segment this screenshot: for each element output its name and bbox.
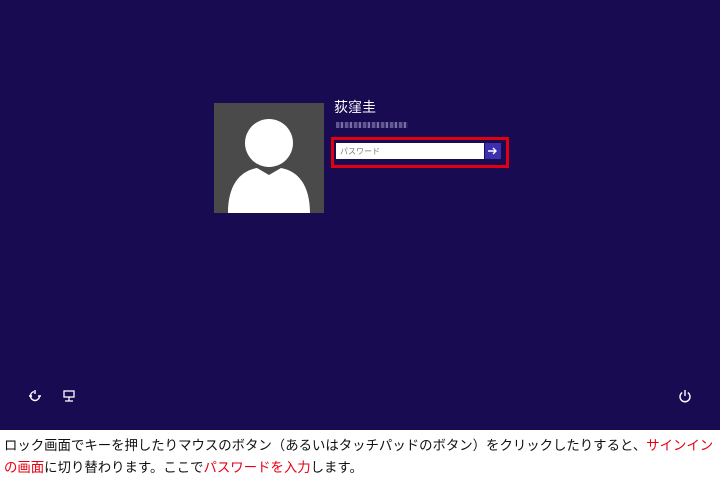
user-avatar [214,103,324,213]
caption-text: ロック画面でキーを押したりマウスのボタン（あるいはタッチパッドのボタン）をクリッ… [4,436,716,480]
user-name: 荻窪圭 [334,100,376,116]
caption-part-5: します。 [310,461,363,476]
caption-part-3: に切り替わります。ここで [44,461,204,476]
power-icon [679,390,691,403]
caption-emphasis-enter-password: パスワードを入力 [203,461,311,476]
arrow-right-icon [488,147,497,155]
password-input[interactable] [336,143,484,159]
network-icon [63,390,75,402]
caption-part-1: ロック画面でキーを押したりマウスのボタン（あるいはタッチパッドのボタン）をクリッ… [4,439,647,454]
power-button[interactable] [677,388,693,404]
ease-of-access-button[interactable] [27,388,43,404]
user-email-redacted [336,122,408,128]
user-silhouette-icon [228,119,310,213]
submit-button[interactable] [485,143,501,159]
network-button[interactable] [61,388,77,404]
sign-in-screen: 荻窪圭 [0,0,720,430]
ease-of-access-icon [29,390,41,402]
